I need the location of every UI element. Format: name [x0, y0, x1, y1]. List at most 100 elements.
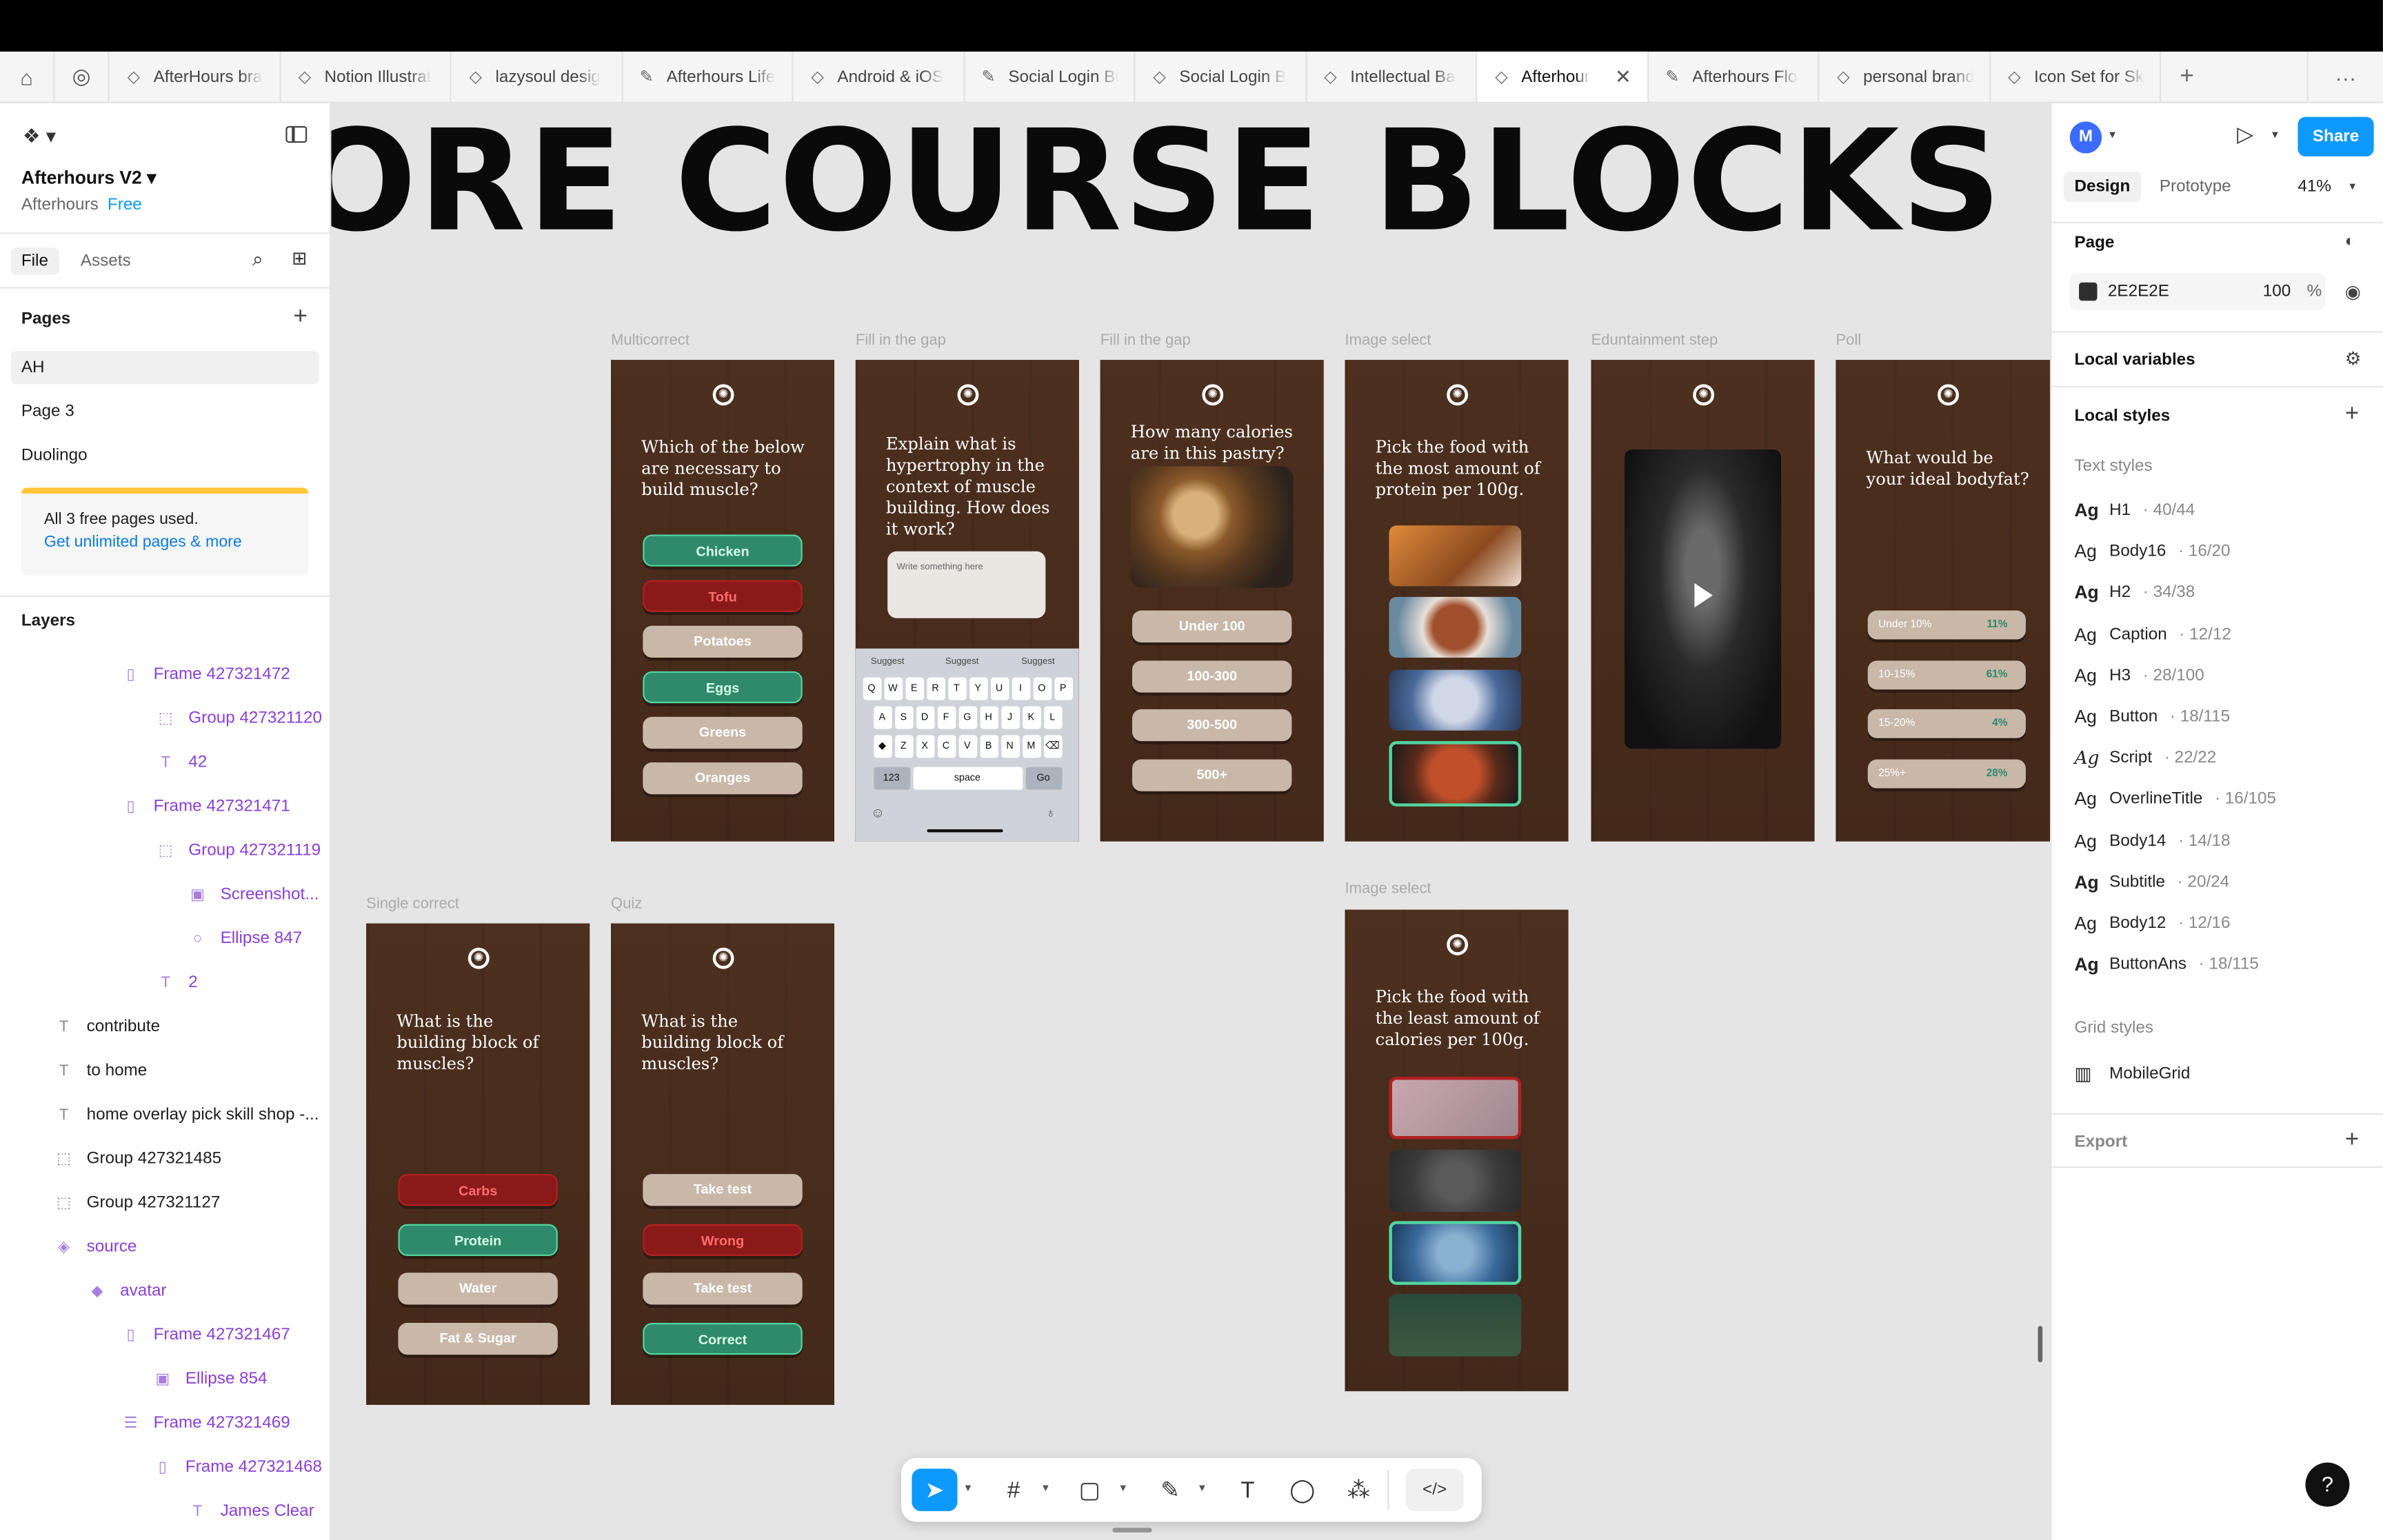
page-item-ah[interactable]: AH [10, 350, 319, 385]
tab-4[interactable]: ◇ Android & iOS [793, 51, 965, 102]
text-tool-icon[interactable]: T [1232, 1468, 1263, 1511]
poll-option[interactable]: 15-20% 4% [1867, 709, 2026, 738]
move-tool-icon[interactable]: ➤ [912, 1468, 958, 1512]
new-tab-plus-icon[interactable]: + [2161, 52, 2213, 102]
canvas-heading[interactable]: ORE COURSE BLOCKS [331, 103, 2003, 263]
library-icon[interactable]: ⊞ [292, 247, 307, 269]
layer-item[interactable]: ▯ Frame 427321471 [121, 791, 290, 822]
keyboard-key[interactable]: Z [894, 735, 913, 758]
search-icon[interactable]: ⌕ [252, 247, 263, 272]
food-image-option[interactable] [1389, 596, 1522, 658]
keyboard-key[interactable]: M [1022, 735, 1040, 758]
text-style-item[interactable]: Ag OverlineTitle · 16/105 [2074, 784, 2276, 815]
keyboard-key[interactable]: L [1043, 706, 1062, 729]
answer-option-button[interactable]: Greens [643, 716, 803, 749]
layer-item[interactable]: ▣ Screenshot... [188, 880, 319, 910]
add-style-plus-icon[interactable]: + [2345, 401, 2360, 429]
answer-option-button[interactable]: Correct [643, 1321, 803, 1355]
tab-10[interactable]: ◇ personal brand [1819, 51, 1991, 102]
layer-item[interactable]: ⬚ Group 427321127 [54, 1188, 220, 1218]
actions-tool-icon[interactable]: ⁂ [1343, 1468, 1374, 1511]
tab-design[interactable]: Design [2064, 171, 2141, 203]
food-image-option-wrong[interactable] [1389, 1077, 1522, 1139]
frame-label-fill-gap[interactable]: Fill in the gap [856, 333, 946, 349]
help-icon[interactable]: ? [2305, 1462, 2350, 1507]
upgrade-link[interactable]: Get unlimited pages & more [44, 531, 285, 554]
tab-6[interactable]: ◇ Social Login B [1135, 51, 1307, 102]
file-title[interactable]: Afterhours V2 ▾ [21, 167, 157, 188]
answer-option-button[interactable]: Under 100 [1132, 610, 1292, 642]
share-button[interactable]: Share [2297, 116, 2374, 156]
layer-item[interactable]: T2 [157, 967, 197, 997]
page-item-page-3[interactable]: Page 3 [10, 395, 319, 428]
key-space[interactable]: space [912, 767, 1023, 790]
text-style-item[interactable]: Ag H2 · 34/38 [2074, 578, 2195, 608]
layer-item[interactable]: T James Clear [188, 1496, 314, 1526]
add-page-plus-icon[interactable]: + [293, 304, 308, 332]
layer-item[interactable]: Tcontribute [54, 1011, 160, 1042]
keyboard-suggestion[interactable]: Suggest [1021, 658, 1055, 667]
layer-item[interactable]: ▯ Frame 427321467 [121, 1320, 290, 1350]
food-image-option[interactable] [1389, 525, 1522, 587]
answer-option-button[interactable]: Potatoes [643, 625, 803, 658]
answer-option-button[interactable]: Fat & Sugar [398, 1321, 558, 1355]
video-thumbnail[interactable] [1625, 449, 1782, 749]
layer-item[interactable]: ⬚ Group 427321485 [54, 1144, 221, 1174]
layer-item[interactable]: ◆ avatar [88, 1276, 167, 1306]
text-style-item[interactable]: Ag ButtonAns · 18/115 [2074, 949, 2258, 980]
keyboard-key[interactable]: ⌫ [1043, 735, 1062, 758]
horizontal-scrollbar[interactable] [1112, 1528, 1152, 1533]
keyboard-key[interactable]: E [905, 677, 923, 700]
tab-9[interactable]: ✎ Afterhours Flo [1648, 51, 1820, 102]
tab-5[interactable]: ✎ Social Login But [964, 51, 1136, 102]
tab-7[interactable]: ◇ Intellectual Ba [1306, 51, 1478, 102]
chevron-down-icon[interactable]: ▾ [2349, 179, 2355, 193]
tab-0[interactable]: ◇ AfterHours bra [110, 51, 281, 102]
poll-option[interactable]: 10-15% 61% [1867, 660, 2026, 689]
poll-option[interactable]: Under 10% 11% [1867, 610, 2026, 640]
microphone-icon[interactable]: ♁ [1045, 805, 1056, 820]
layer-item[interactable]: ▯ Frame 427321468 [154, 1452, 322, 1482]
eye-icon[interactable]: ◉ [2345, 281, 2361, 303]
dev-mode-icon[interactable]: </> [1405, 1468, 1464, 1512]
keyboard-key[interactable]: B [979, 735, 998, 758]
page-opacity[interactable]: 100 [2263, 283, 2291, 301]
text-style-item[interactable]: Ag Body14 · 14/18 [2074, 826, 2230, 856]
frame-label-fill-gap[interactable]: Fill in the gap [1100, 333, 1191, 349]
tab-11[interactable]: ◇ Icon Set for Sk [1990, 51, 2162, 102]
layer-item[interactable]: Tto home [54, 1055, 147, 1086]
keyboard-key[interactable]: N [1001, 735, 1019, 758]
answer-option-button[interactable]: 100-300 [1132, 660, 1292, 692]
text-style-item[interactable]: Ag H3 · 28/100 [2074, 660, 2204, 691]
chevron-down-icon[interactable]: ▾ [1199, 1481, 1205, 1495]
keyboard-key[interactable]: A [873, 706, 892, 729]
tab-3[interactable]: ✎ Afterhours Life [623, 51, 794, 102]
text-style-item[interactable]: Ag Button · 18/115 [2074, 702, 2230, 732]
grid-style-item[interactable]: ▥ MobileGrid [2074, 1059, 2190, 1089]
food-image-option-selected[interactable] [1389, 1221, 1522, 1285]
answer-option-button[interactable]: Carbs [398, 1174, 558, 1206]
tab-2[interactable]: ◇ lazysoul desig [452, 51, 623, 102]
zoom-level[interactable]: 41% [2297, 178, 2331, 196]
frame-label-image-select[interactable]: Image select [1345, 881, 1431, 898]
tab-prototype[interactable]: Prototype [2149, 172, 2242, 202]
keyboard-suggestion[interactable]: Suggest [871, 658, 905, 667]
page-color-hex[interactable]: 2E2E2E [2108, 283, 2169, 301]
keyboard-key[interactable]: I [1011, 677, 1030, 700]
keyboard-key[interactable]: K [1022, 706, 1040, 729]
frame-single-correct[interactable]: ✺ What is the building block of muscles?… [366, 923, 590, 1405]
layer-item[interactable]: ○ Ellipse 847 [188, 924, 302, 954]
keyboard-key[interactable]: R [926, 677, 945, 700]
key-numbers[interactable]: 123 [873, 767, 910, 790]
close-icon[interactable]: ✕ [1615, 65, 1631, 89]
layer-item[interactable]: ⬚ Group 427321120 [157, 703, 322, 733]
keyboard-key[interactable]: P [1054, 677, 1072, 700]
food-image-option[interactable] [1389, 669, 1522, 731]
present-play-icon[interactable]: ▷ [2237, 121, 2253, 147]
frame-edutainment[interactable]: ✺ [1591, 360, 1815, 842]
keyboard-key[interactable]: W [883, 677, 903, 700]
page-settings-icon[interactable]: ◐ [2345, 232, 2355, 250]
frame-quiz[interactable]: ✺ What is the building block of muscles?… [611, 923, 834, 1405]
frame-tool-icon[interactable]: # [998, 1468, 1029, 1511]
text-style-item[interactable]: Ag Caption · 12/12 [2074, 619, 2231, 649]
